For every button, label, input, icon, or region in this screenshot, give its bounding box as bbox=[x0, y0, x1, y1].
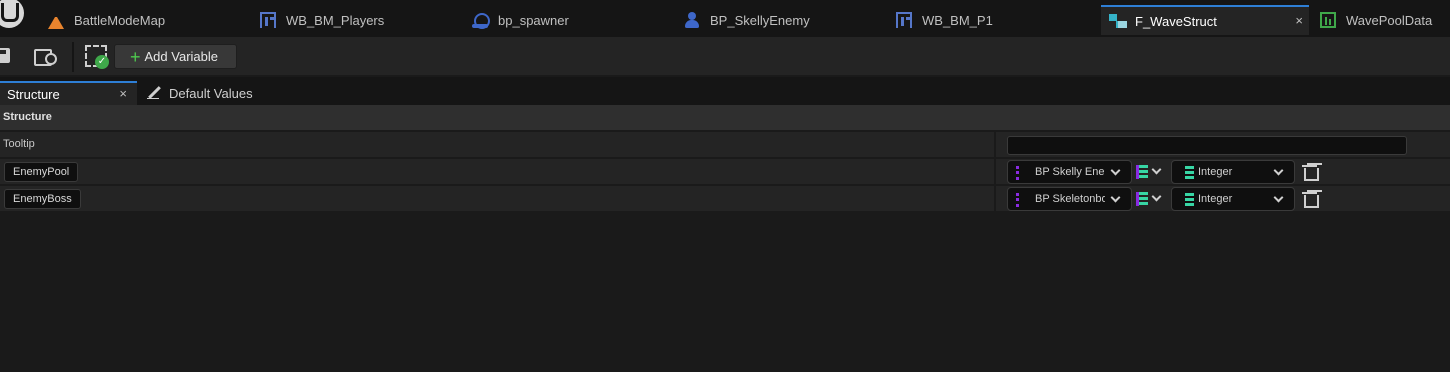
browse-icon[interactable] bbox=[34, 47, 57, 66]
tooltip-row: Tooltip bbox=[0, 132, 1450, 158]
editor-toolbar: + Add Variable bbox=[0, 37, 1450, 76]
widget-blueprint-icon bbox=[260, 12, 276, 28]
value-type-label: Integer bbox=[1198, 166, 1233, 178]
tab-battlemodemap[interactable]: BattleModeMap bbox=[48, 5, 165, 35]
tab-label: bp_spawner bbox=[498, 12, 569, 28]
toolbar-separator bbox=[72, 42, 74, 72]
tab-label: F_WaveStruct bbox=[1135, 13, 1217, 29]
value-type-dropdown[interactable]: Integer bbox=[1171, 187, 1295, 211]
object-type-icon bbox=[1016, 193, 1019, 207]
tab-bp-spawner[interactable]: bp_spawner bbox=[472, 5, 569, 35]
close-tab-icon[interactable]: × bbox=[119, 86, 127, 101]
section-title: Structure bbox=[3, 111, 52, 123]
close-tab-icon[interactable]: × bbox=[1295, 13, 1303, 28]
tab-label: WavePoolData bbox=[1346, 12, 1433, 28]
tab-structure[interactable]: Structure × bbox=[0, 81, 137, 105]
add-variable-label: Add Variable bbox=[144, 49, 218, 64]
variable-row: EnemyBoss BP Skeletonboss Integer bbox=[0, 186, 1450, 212]
column-splitter[interactable] bbox=[994, 159, 996, 185]
tab-label: BP_SkellyEnemy bbox=[710, 12, 810, 28]
object-type-icon bbox=[1016, 166, 1019, 180]
tab-label: BattleModeMap bbox=[74, 12, 166, 28]
column-splitter[interactable] bbox=[994, 186, 996, 212]
plus-icon: + bbox=[130, 46, 141, 67]
tooltip-input[interactable] bbox=[1007, 136, 1407, 155]
variable-name-field[interactable]: EnemyPool bbox=[4, 162, 79, 182]
tab-bp-skellyenemy[interactable]: BP_SkellyEnemy bbox=[684, 5, 810, 35]
variable-type-dropdown[interactable]: BP Skeletonboss bbox=[1007, 187, 1132, 211]
integer-type-icon bbox=[1185, 193, 1194, 207]
spawner-blueprint-icon bbox=[472, 12, 490, 29]
container-type-dropdown[interactable] bbox=[1134, 191, 1166, 207]
save-icon[interactable] bbox=[0, 48, 10, 63]
map-icon bbox=[48, 13, 64, 29]
map-container-icon bbox=[1136, 165, 1148, 179]
chevron-down-icon bbox=[1273, 192, 1284, 203]
tab-wb-bm-p1[interactable]: WB_BM_P1 bbox=[896, 5, 993, 35]
column-splitter[interactable] bbox=[994, 132, 996, 158]
variable-type-dropdown[interactable]: BP Skelly Enemy bbox=[1007, 160, 1132, 184]
panel-tab-bar: Structure × Default Values bbox=[0, 77, 1450, 105]
value-type-label: Integer bbox=[1198, 193, 1233, 205]
unreal-logo-icon[interactable] bbox=[0, 0, 24, 28]
variable-type-label: BP Skelly Enemy bbox=[1035, 166, 1105, 178]
map-container-icon bbox=[1136, 192, 1148, 206]
add-variable-button[interactable]: + Add Variable bbox=[114, 44, 237, 69]
variable-row: EnemyPool BP Skelly Enemy Integer bbox=[0, 159, 1450, 185]
widget-blueprint-icon bbox=[896, 12, 912, 28]
tab-wb-bm-players[interactable]: WB_BM_Players bbox=[260, 5, 384, 35]
delete-variable-icon[interactable] bbox=[1302, 191, 1319, 208]
structure-section-header[interactable]: Structure bbox=[0, 105, 1450, 131]
tooltip-label: Tooltip bbox=[3, 138, 35, 150]
tab-f-wavestruct[interactable]: F_WaveStruct × bbox=[1101, 5, 1309, 35]
tab-wavepooldata[interactable]: WavePoolData bbox=[1320, 5, 1432, 35]
tab-label: WB_BM_Players bbox=[286, 12, 385, 28]
container-type-dropdown[interactable] bbox=[1134, 164, 1166, 180]
validate-icon[interactable] bbox=[85, 45, 109, 69]
integer-type-icon bbox=[1185, 166, 1194, 180]
chevron-down-icon bbox=[1273, 165, 1284, 176]
chevron-down-icon bbox=[1151, 164, 1162, 175]
tab-label: Default Values bbox=[169, 85, 253, 101]
value-type-dropdown[interactable]: Integer bbox=[1171, 160, 1295, 184]
pencil-icon bbox=[147, 86, 161, 100]
variable-name-field[interactable]: EnemyBoss bbox=[4, 189, 81, 209]
document-tab-bar: BattleModeMap WB_BM_Players bp_spawner B… bbox=[0, 0, 1450, 37]
variable-type-label: BP Skeletonboss bbox=[1035, 193, 1105, 205]
delete-variable-icon[interactable] bbox=[1302, 164, 1319, 181]
chevron-down-icon bbox=[1151, 191, 1162, 202]
tab-label: Structure bbox=[7, 86, 60, 102]
chevron-down-icon bbox=[1110, 165, 1121, 176]
data-asset-icon bbox=[1320, 12, 1336, 28]
chevron-down-icon bbox=[1110, 192, 1121, 203]
tab-default-values[interactable]: Default Values bbox=[147, 81, 253, 105]
tab-label: WB_BM_P1 bbox=[922, 12, 993, 28]
character-blueprint-icon bbox=[684, 12, 700, 28]
struct-icon bbox=[1109, 13, 1127, 29]
